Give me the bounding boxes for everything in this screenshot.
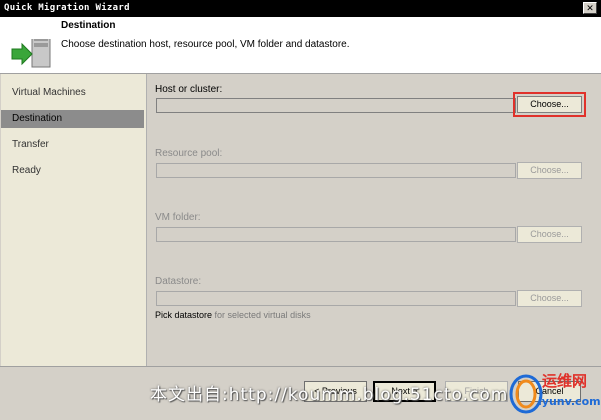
wizard-header: Destination Choose destination host, res… [0,17,601,74]
resource-pool-choose-button[interactable]: Choose... [517,162,582,179]
watermark-text: 本文出自:http://koumm.blog.51cto.com [150,385,509,405]
logo-text-bottom: iyunv.com [538,395,601,408]
datastore-hint-suffix: for selected virtual disks [212,310,311,320]
logo-text-top: 运维网 [542,372,588,390]
resource-pool-field[interactable] [156,163,516,178]
host-choose-button[interactable]: Choose... [513,92,586,117]
vm-folder-choose-button[interactable]: Choose... [517,226,582,243]
datastore-field[interactable] [156,291,516,306]
page-title: Destination [61,20,116,31]
site-logo: 运维网 iyunv.com [508,370,601,416]
step-destination[interactable]: Destination [1,110,144,128]
server-migration-icon [11,39,51,68]
title-bar: Quick Migration Wizard ✕ [0,0,601,17]
step-virtual-machines[interactable]: Virtual Machines [1,84,144,102]
destination-form: Host or cluster: Choose... Resource pool… [147,74,601,366]
resource-pool-label: Resource pool: [155,148,223,159]
page-subtitle: Choose destination host, resource pool, … [61,39,350,50]
vm-folder-label: VM folder: [155,212,201,223]
host-label: Host or cluster: [155,84,223,95]
vm-folder-field[interactable] [156,227,516,242]
step-ready[interactable]: Ready [1,162,144,180]
close-icon[interactable]: ✕ [583,2,597,14]
datastore-hint: Pick datastore for selected virtual disk… [155,310,311,320]
wizard-steps-sidebar: Virtual Machines Destination Transfer Re… [1,74,147,366]
step-transfer[interactable]: Transfer [1,136,144,154]
datastore-choose-button[interactable]: Choose... [517,290,582,307]
host-field[interactable] [156,98,516,113]
window-title: Quick Migration Wizard [4,3,130,13]
datastore-hint-prefix: Pick datastore [155,310,213,320]
datastore-label: Datastore: [155,276,202,287]
